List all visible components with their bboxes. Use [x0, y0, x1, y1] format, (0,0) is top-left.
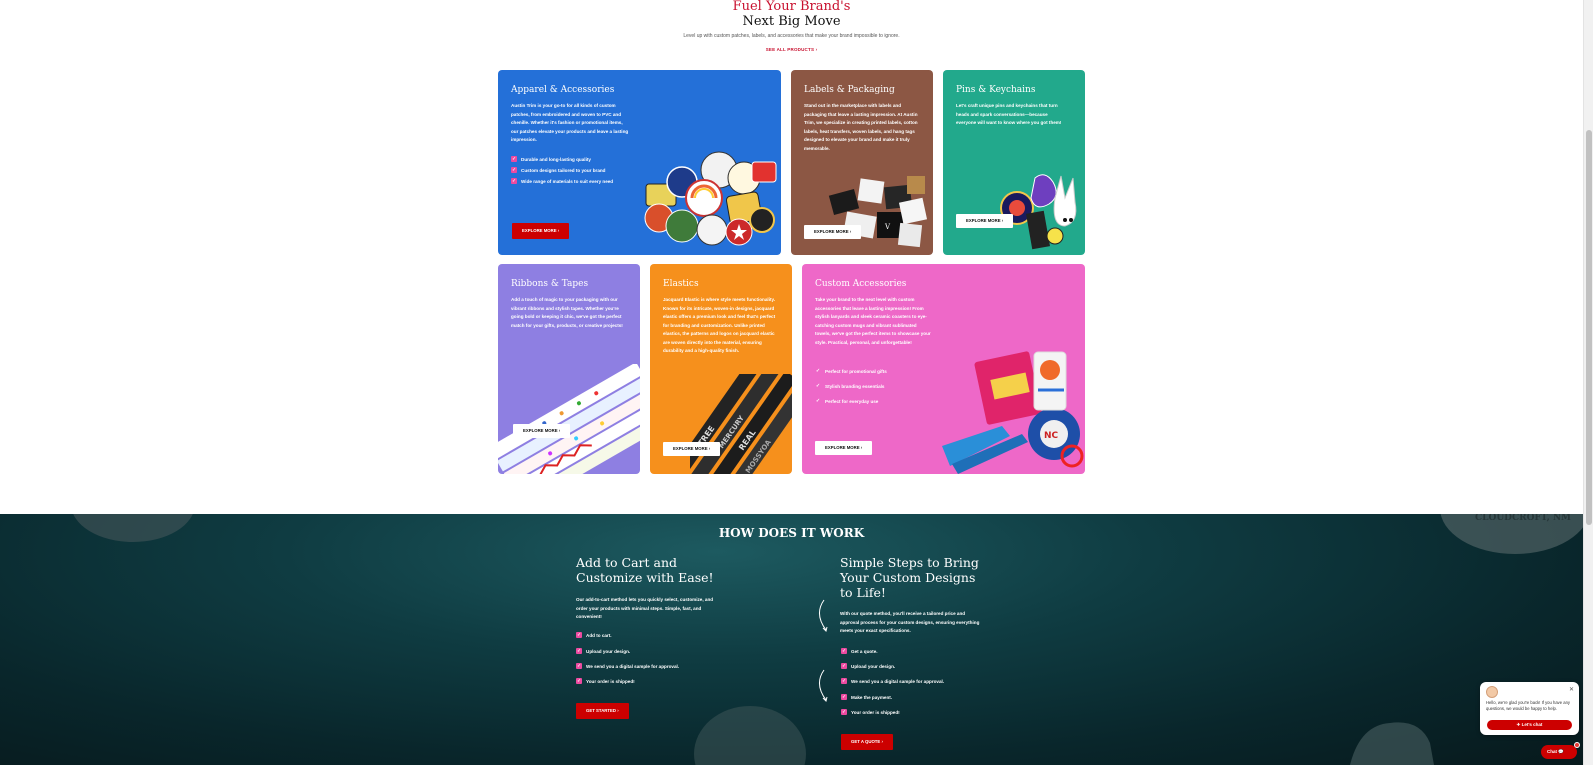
card-title: Elastics: [663, 279, 699, 289]
explore-elastics-button[interactable]: EXPLORE MORE ›: [663, 442, 721, 456]
accessories-image: NC: [942, 351, 1084, 474]
chat-popup: ✕ Hello, we're glad you're back! If you …: [1480, 682, 1579, 735]
list-item: ✓ Perfect for promotional gifts: [815, 368, 887, 374]
ribbons-image: [498, 364, 640, 474]
check-icon: ✓: [815, 383, 821, 389]
hands-image: [1350, 722, 1434, 765]
check-icon: ✓: [841, 663, 847, 669]
card-apparel: Apparel & Accessories Austin Trim is you…: [498, 70, 781, 255]
explore-labels-button[interactable]: EXPLORE MORE ›: [804, 225, 862, 239]
card-custom-accessories: Custom Accessories Take your brand to th…: [802, 264, 1085, 474]
avatar: [1486, 686, 1498, 698]
check-icon: ✓: [576, 632, 582, 638]
get-a-quote-button[interactable]: GET A QUOTE ›: [841, 734, 893, 750]
list-item: ✓ Perfect for everyday use: [815, 398, 879, 404]
how-it-works-title: HOW DOES IT WORK: [718, 526, 865, 540]
chat-bubble-icon: 💬: [1558, 749, 1564, 754]
see-all-products-link[interactable]: SEE ALL PRODUCTS ›: [0, 47, 1583, 52]
page: Fuel Your Brand's Next Big Move Level up…: [0, 0, 1593, 765]
pins-image: [1000, 174, 1077, 250]
card-ribbons: Ribbons & Tapes Add a touch of magic to …: [498, 264, 640, 474]
labels-image: V: [828, 176, 928, 248]
card-title: Custom Accessories: [815, 279, 907, 289]
check-icon: ✓: [511, 156, 517, 162]
scrollbar[interactable]: [1583, 0, 1593, 765]
section-title-line2: Next Big Move: [742, 14, 841, 29]
quote-method-description: With our quote method, you'll receive a …: [840, 611, 980, 633]
card-pins: Pins & Keychains Let's craft unique pins…: [943, 70, 1085, 255]
curved-arrow-icon: [819, 599, 828, 632]
svg-text:NC: NC: [1044, 431, 1059, 441]
card-title: Apparel & Accessories: [511, 85, 615, 95]
coaster-bottom-image: [694, 706, 806, 765]
explore-custom-accessories-button[interactable]: EXPLORE MORE ›: [815, 441, 873, 455]
check-icon: ✓: [841, 694, 847, 700]
list-item: ✓ We send you a digital sample for approv…: [576, 663, 680, 669]
card-title: Ribbons & Tapes: [511, 279, 589, 289]
explore-apparel-button[interactable]: EXPLORE MORE ›: [512, 223, 570, 239]
chat-launcher-label: Chat: [1547, 749, 1557, 754]
chat-launcher-button[interactable]: Chat 💬: [1541, 745, 1577, 759]
list-item: ✓ Custom designs tailored to your brand: [511, 167, 606, 173]
card-description: Stand out in the marketplace with labels…: [804, 103, 918, 151]
lets-chat-button[interactable]: ✈ Let's chat: [1487, 720, 1572, 730]
check-icon: ✓: [576, 678, 582, 684]
list-item: ✓ Get a quote.: [841, 648, 878, 654]
list-item: ✓ Your order is shipped!: [841, 709, 900, 715]
check-icon: ✓: [576, 663, 582, 669]
patches-image: [644, 151, 777, 246]
card-description: Let's craft unique pins and keychains th…: [956, 103, 1062, 125]
card-labels: Labels & Packaging Stand out in the mark…: [791, 70, 933, 255]
card-elastics: Elastics Jacquard Elastic is where style…: [650, 264, 792, 474]
card-title: Pins & Keychains: [956, 85, 1036, 95]
chat-message: Hello, we're glad you're back! If you ha…: [1486, 700, 1570, 711]
svg-text:V: V: [884, 223, 891, 231]
explore-pins-button[interactable]: EXPLORE MORE ›: [956, 214, 1014, 228]
curved-arrow-icon: [819, 669, 828, 702]
section-title-line1: Fuel Your Brand's: [732, 0, 851, 14]
get-started-button[interactable]: GET STARTED ›: [576, 703, 629, 719]
check-icon: ✓: [815, 368, 821, 374]
check-icon: ✓: [841, 648, 847, 654]
scrollbar-thumb[interactable]: [1586, 130, 1592, 525]
card-description: Add a touch of magic to your packaging w…: [511, 297, 623, 328]
card-title: Labels & Packaging: [804, 85, 895, 95]
cart-method-description: Our add-to-cart method lets you quickly …: [576, 597, 714, 619]
check-icon: ✓: [815, 398, 821, 404]
svg-text:CLOUDCROFT, NM: CLOUDCROFT, NM: [1475, 514, 1571, 523]
list-item: ✓ We send you a digital sample for approv…: [841, 678, 945, 684]
check-icon: ✓: [841, 709, 847, 715]
card-description: Austin Trim is your go-to for all kinds …: [511, 103, 629, 142]
list-item: ✓ Add to cart.: [576, 632, 612, 638]
list-item: ✓ Upload your design.: [841, 663, 896, 669]
list-item: ✓ Upload your design.: [576, 648, 631, 654]
explore-ribbons-button[interactable]: EXPLORE MORE ›: [513, 424, 571, 438]
section-subtitle: Level up with custom patches, labels, an…: [683, 33, 900, 39]
quote-method-heading: Simple Steps to Bring Your Custom Design…: [840, 555, 979, 600]
list-item: ✓ Your order is shipped!: [576, 678, 635, 684]
check-icon: ✓: [511, 178, 517, 184]
card-description: Jacquard Elastic is where style meets fu…: [663, 297, 776, 353]
check-icon: ✓: [511, 167, 517, 173]
elastics-image: TREE MERCURY REAL MOSSYOA: [690, 374, 792, 474]
cart-method-heading: Add to Cart and Customize with Ease!: [576, 555, 714, 585]
notification-badge: [1574, 742, 1580, 748]
list-item: ✓ Make the payment.: [841, 694, 893, 700]
card-description: Take your brand to the next level with c…: [815, 297, 931, 345]
check-icon: ✓: [576, 648, 582, 654]
list-item: ✓ Stylish branding essentials: [815, 383, 885, 389]
list-item: ✓ Wide range of materials to suit every n…: [511, 178, 614, 184]
how-it-works-section: CLOUDCROFT, NM HOW DOES IT WORK Add to C…: [0, 514, 1593, 765]
check-icon: ✓: [841, 678, 847, 684]
list-item: ✓ Durable and long-lasting quality: [511, 156, 591, 162]
close-icon[interactable]: ✕: [1569, 686, 1574, 693]
